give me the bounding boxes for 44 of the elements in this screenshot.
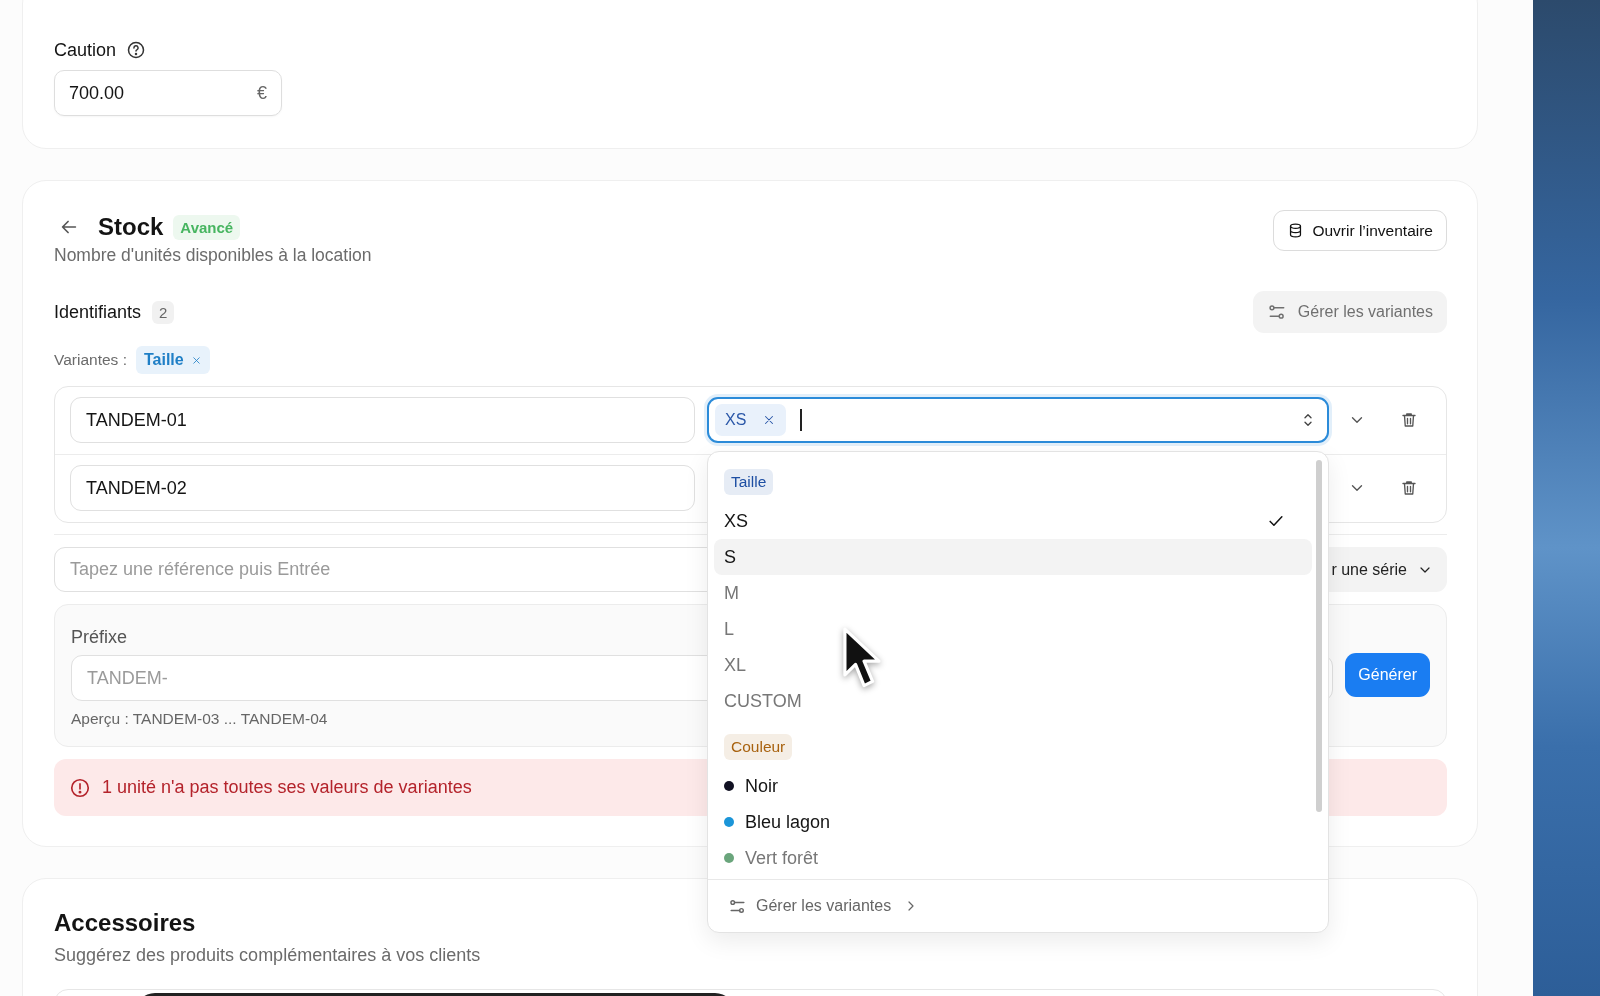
field-value: 700.00 (69, 82, 126, 104)
identifiers-label: Identifiants (54, 301, 142, 323)
option-label: XS (724, 510, 749, 532)
option-label: L (724, 618, 735, 640)
section-subtitle: Suggérez des produits complémentaires à vos clients (54, 944, 481, 967)
value-chip: XS (715, 404, 787, 436)
reference-field[interactable]: TANDEM-01 (70, 397, 695, 443)
help-icon[interactable] (126, 40, 147, 60)
open-inventory-button[interactable]: Ouvrir l’inventaire (1273, 210, 1447, 251)
option-item[interactable]: Vert forêt (714, 840, 1312, 876)
group-label: Taille (724, 469, 774, 495)
variants-label: Variantes : (54, 351, 127, 369)
alert-icon (69, 776, 91, 799)
section-title: Stock (98, 213, 164, 241)
group-label: Couleur (724, 734, 793, 760)
field-label: Caution (54, 39, 117, 61)
currency-symbol: € (257, 82, 267, 104)
variant-tag[interactable]: Taille (135, 346, 210, 374)
sliders-icon (1266, 302, 1287, 322)
section-title: Accessoires (54, 909, 196, 937)
option-item[interactable]: S (714, 539, 1312, 575)
count-badge: 2 (152, 300, 175, 324)
manage-variants-link[interactable]: Gérer les variantes (728, 896, 920, 916)
level-badge: Avancé (173, 214, 241, 240)
option-label: S (724, 546, 737, 568)
option-item[interactable]: Bleu lagon (714, 804, 1312, 840)
field-label: Préfixe (71, 626, 128, 649)
generate-button[interactable]: Générer (1345, 652, 1430, 697)
option-item[interactable]: L (714, 611, 1312, 647)
scrollbar-thumb[interactable] (1316, 460, 1322, 812)
option-label: Vert forêt (745, 847, 820, 869)
amount-field[interactable]: 700.00 € (54, 70, 282, 116)
option-item[interactable]: XS (714, 503, 1312, 539)
section-subtitle: Nombre d'unités disponibles à la location (54, 244, 372, 267)
option-label: Noir (745, 775, 779, 797)
remove-icon[interactable] (190, 354, 202, 366)
manage-variants-button[interactable]: Gérer les variantes (1252, 291, 1447, 333)
reference-field[interactable]: TANDEM-02 (70, 465, 695, 511)
option-label: Bleu lagon (745, 811, 832, 833)
text-cursor (800, 409, 803, 431)
preview-text: Aperçu : TANDEM-03 ... TANDEM-04 (71, 710, 329, 728)
option-item[interactable]: Noir (714, 768, 1312, 804)
option-label: XL (724, 654, 748, 676)
error-message: 1 unité n'a pas toutes ses valeurs de variantes (102, 777, 472, 798)
